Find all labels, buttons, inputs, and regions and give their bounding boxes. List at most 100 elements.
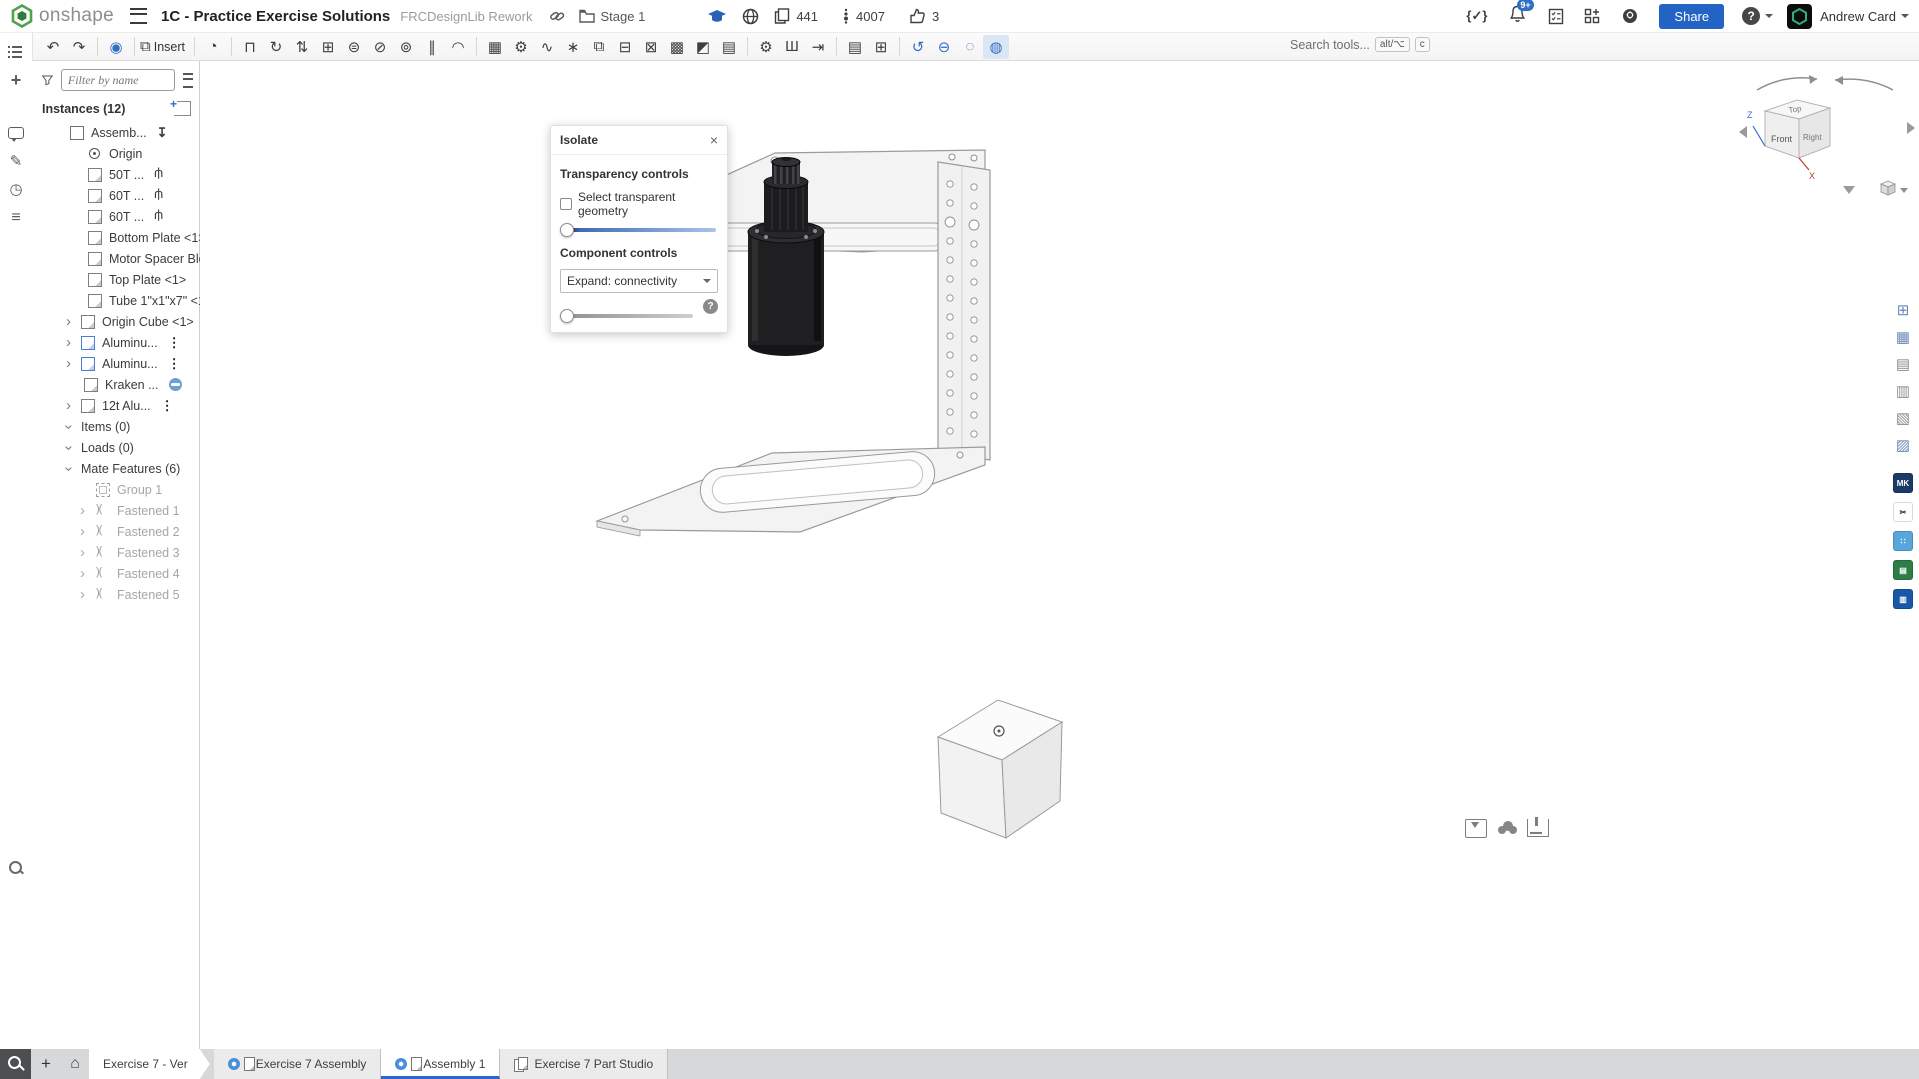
chevron-icon[interactable] [80, 525, 95, 539]
item-suffix-icon[interactable] [168, 356, 181, 372]
item-label[interactable]: Fastened 3 [117, 546, 180, 560]
insert-instance-icon[interactable] [174, 101, 191, 116]
insert-item-icon[interactable]: ⊞ [868, 35, 894, 59]
item-suffix-icon[interactable] [169, 378, 182, 391]
chevron-icon[interactable] [66, 441, 81, 455]
notifications-bell[interactable]: 9+ [1509, 5, 1526, 28]
cylindrical-mate-icon[interactable]: ⊜ [341, 35, 367, 59]
item-label[interactable]: Origin Cube <1> [102, 315, 194, 329]
drawing-icon[interactable]: ▤ [716, 35, 742, 59]
select-transparent-checkbox-row[interactable]: Select transparent geometry [560, 190, 718, 218]
library-blue-app-icon[interactable]: ▥ [1893, 589, 1913, 609]
document-tab[interactable]: Assembly 1 [381, 1049, 500, 1079]
item-label[interactable]: Loads (0) [81, 441, 134, 455]
comments-icon[interactable] [7, 125, 25, 143]
properties-panel-icon[interactable]: ▧ [1893, 409, 1913, 429]
snap-mode-icon[interactable]: ⊠ [638, 35, 664, 59]
item-suffix-icon[interactable] [154, 209, 163, 224]
item-suffix-icon[interactable] [161, 398, 174, 414]
toolbar-divider[interactable] [476, 37, 477, 56]
rotate-down-chevron-icon[interactable] [1843, 186, 1855, 194]
replicate-icon[interactable]: ⧉ [586, 35, 612, 59]
gear-relation-icon[interactable]: ⚙ [508, 35, 534, 59]
component-slider-knob[interactable] [560, 309, 574, 323]
checkbox[interactable] [560, 198, 572, 210]
item-label[interactable]: Fastened 1 [117, 504, 180, 518]
item-label[interactable]: Bottom Plate <1> [109, 231, 206, 245]
3d-viewport[interactable]: Isolate × Transparency controls Select t… [200, 61, 1919, 1049]
chevron-icon[interactable] [80, 588, 95, 602]
close-icon[interactable]: × [710, 135, 718, 145]
tree-item[interactable]: Fastened 2 [32, 521, 199, 542]
link-icon[interactable] [549, 8, 565, 24]
copies-icon[interactable] [774, 8, 790, 24]
tree-item[interactable]: Kraken ... [32, 374, 199, 395]
edit-document-icon[interactable] [7, 153, 25, 171]
filter-funnel-icon[interactable] [42, 73, 53, 87]
cam-relation-icon[interactable]: ∿ [534, 35, 560, 59]
item-label[interactable]: Tube 1"x1"x7" <1> [109, 294, 212, 308]
exploded-view-icon[interactable]: ◔ [200, 35, 226, 59]
custom-tables-panel-icon[interactable]: ▨ [1893, 436, 1913, 456]
expand-mode-dropdown[interactable]: Expand: connectivity [560, 269, 718, 293]
ai-assistant-icon[interactable] [1621, 7, 1639, 25]
hide-others-icon[interactable]: ◌ [957, 35, 983, 59]
tree-item[interactable]: 60T ... [32, 206, 199, 227]
view-cube[interactable]: Top Front Right Z X [1735, 66, 1919, 216]
tree-item[interactable]: Bottom Plate <1> [32, 227, 199, 248]
document-tab[interactable]: Exercise 7 Assembly [214, 1049, 382, 1079]
chevron-icon[interactable] [66, 336, 81, 350]
tree-item[interactable]: Mate Features (6) [32, 458, 199, 479]
tree-item[interactable]: Origin [32, 143, 199, 164]
revolute-mate-icon[interactable]: ↻ [263, 35, 289, 59]
featurescript-icon[interactable]: {✓} [1466, 8, 1487, 24]
display-states-icon[interactable]: ▩ [664, 35, 690, 59]
parallel-mate-icon[interactable]: ∥ [419, 35, 445, 59]
tree-item[interactable]: Tube 1"x1"x7" <1> [32, 290, 199, 311]
thumbs-up-icon[interactable] [909, 8, 926, 24]
item-label[interactable]: Mate Features (6) [81, 462, 180, 476]
item-label[interactable]: Aluminu... [102, 357, 158, 371]
transparency-slider-knob[interactable] [560, 223, 574, 237]
tree-item[interactable]: Origin Cube <1> [32, 311, 199, 332]
item-label[interactable]: Top Plate <1> [109, 273, 186, 287]
group-icon[interactable]: ▦ [482, 35, 508, 59]
tree-item[interactable]: Top Plate <1> [32, 269, 199, 290]
assembly-model[interactable] [200, 61, 1919, 1049]
versions-panel-icon[interactable]: ▥ [1893, 382, 1913, 402]
help-caret-icon[interactable] [1765, 14, 1773, 22]
tree-item[interactable]: Assemb... [32, 122, 199, 143]
item-label[interactable]: 60T ... [109, 210, 144, 224]
task-list-icon[interactable] [1548, 8, 1564, 25]
fastened-mate-icon[interactable]: ⊓ [237, 35, 263, 59]
transparency-slider[interactable] [562, 228, 716, 232]
item-label[interactable]: 50T ... [109, 168, 144, 182]
insert-icon[interactable]: ⧉ Insert [140, 35, 189, 59]
toolbar-divider[interactable] [97, 37, 98, 56]
redo-icon[interactable]: ↷ [66, 35, 92, 59]
share-button[interactable]: Share [1659, 4, 1724, 29]
tree-item[interactable]: Fastened 1 [32, 500, 199, 521]
move-icon[interactable] [7, 71, 25, 89]
item-label[interactable]: Aluminu... [102, 336, 158, 350]
tangent-mate-icon[interactable]: ◠ [445, 35, 471, 59]
printer-3d-icon[interactable] [1465, 819, 1487, 838]
dialog-header[interactable]: Isolate × [551, 126, 727, 155]
item-label[interactable]: Fastened 5 [117, 588, 180, 602]
named-positions-icon[interactable]: ⊟ [612, 35, 638, 59]
search-tools[interactable]: Search tools... alt/⌥ c [1290, 37, 1430, 52]
slider-mate-icon[interactable]: ⇅ [289, 35, 315, 59]
pin-slot-mate-icon[interactable]: ⊘ [367, 35, 393, 59]
bom-icon[interactable]: ▤ [842, 35, 868, 59]
tree-item[interactable]: Fastened 4 [32, 563, 199, 584]
bom-panel-icon[interactable]: ▦ [1893, 328, 1913, 348]
tree-item[interactable]: Aluminu... [32, 353, 199, 374]
user-name[interactable]: Andrew Card [1820, 9, 1896, 24]
component-slider[interactable] [562, 314, 693, 318]
item-label[interactable]: Items (0) [81, 420, 130, 434]
rotate-left-chevron-icon[interactable] [1739, 126, 1747, 138]
section-view-icon[interactable]: ⊖ [931, 35, 957, 59]
item-suffix-icon[interactable] [154, 167, 163, 182]
view-cube-graphic[interactable]: Top Front Right Z X [1735, 66, 1919, 216]
hamburger-menu-icon[interactable] [130, 8, 147, 24]
